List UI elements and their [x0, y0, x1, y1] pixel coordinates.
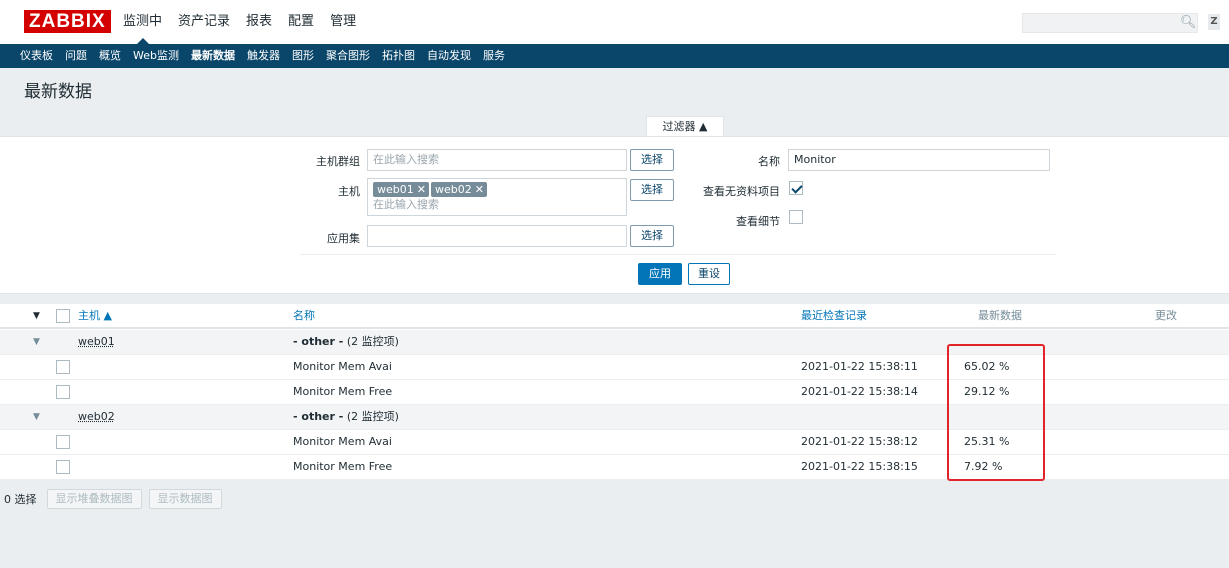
header-host[interactable]: 主机 ▲	[78, 304, 112, 328]
header-last-value: 最新数据	[978, 309, 1022, 322]
host-label: 主机	[338, 185, 360, 198]
sub-menu-overview[interactable]: 概览	[99, 44, 121, 68]
item-last-check: 2021-01-22 15:38:15	[801, 460, 918, 473]
selected-count: 0 选择	[4, 493, 37, 506]
main-menu: 监测中 资产记录 报表 配置 管理	[115, 0, 364, 44]
graph-button[interactable]: 显示数据图	[148, 489, 222, 509]
name-label: 名称	[758, 155, 780, 168]
header-name[interactable]: 名称	[293, 304, 315, 328]
reset-button[interactable]: 重设	[688, 263, 730, 285]
application-input[interactable]	[367, 225, 627, 247]
host-link[interactable]: web02	[78, 405, 115, 429]
application-group: - other - (2 监控项)	[293, 330, 399, 354]
item-name: Monitor Mem Free	[293, 385, 393, 398]
main-menu-administration[interactable]: 管理	[322, 0, 364, 44]
show-no-data-checkbox[interactable]	[789, 181, 803, 195]
sub-menu: 仪表板 问题 概览 Web监测 最新数据 触发器 图形 聚合图形 拓扑图 自动发…	[0, 44, 1229, 68]
header-last-check[interactable]: 最近检查记录	[801, 304, 867, 328]
apply-button[interactable]: 应用	[638, 263, 682, 285]
zabbix-logo[interactable]: ZABBIX	[24, 10, 111, 33]
application-select-button[interactable]: 选择	[630, 225, 674, 247]
host-multiselect[interactable]: web01 ✕ web02 ✕ 在此输入搜索	[367, 178, 627, 216]
filter-divider	[300, 254, 1056, 255]
item-last-check: 2021-01-22 15:38:14	[801, 385, 918, 398]
show-details-label: 查看细节	[736, 215, 780, 228]
show-no-data-label: 查看无资料项目	[703, 185, 780, 198]
sub-menu-maps[interactable]: 拓扑图	[382, 44, 415, 68]
item-name: Monitor Mem Avai	[293, 360, 392, 373]
row-checkbox[interactable]	[56, 385, 70, 399]
main-menu-configuration[interactable]: 配置	[280, 0, 322, 44]
header-change: 更改	[1155, 309, 1177, 322]
item-last-check: 2021-01-22 15:38:11	[801, 360, 918, 373]
host-tag[interactable]: web02 ✕	[430, 182, 487, 197]
sub-menu-screens[interactable]: 聚合图形	[326, 44, 370, 68]
remove-tag-icon[interactable]: ✕	[475, 183, 484, 196]
remove-tag-icon[interactable]: ✕	[417, 183, 426, 196]
main-menu-monitoring[interactable]: 监测中	[115, 0, 170, 44]
red-annotation-box	[947, 344, 1045, 481]
row-checkbox[interactable]	[56, 435, 70, 449]
select-all-checkbox[interactable]	[56, 309, 70, 323]
group-title: - other -	[293, 410, 344, 423]
sub-menu-services[interactable]: 服务	[483, 44, 505, 68]
collapse-group-icon[interactable]: ▼	[33, 405, 40, 429]
sub-menu-triggers[interactable]: 触发器	[247, 44, 280, 68]
host-group-select-button[interactable]: 选择	[630, 149, 674, 171]
filter-panel: 主机群组 在此输入搜索 选择 主机 web01 ✕ web02 ✕ 在此输入搜索 选择…	[0, 136, 1229, 294]
table-footer: 0 选择 显示堆叠数据图 显示数据图	[0, 488, 229, 510]
sub-menu-problems[interactable]: 问题	[65, 44, 87, 68]
sub-menu-web[interactable]: Web监测	[133, 44, 179, 68]
search-icon[interactable]: 🔍︎	[1180, 15, 1197, 30]
name-input[interactable]: Monitor	[788, 149, 1050, 171]
page-title: 最新数据	[24, 82, 92, 102]
host-placeholder: 在此输入搜索	[373, 198, 439, 211]
table-header-row: ▼ 主机 ▲ 名称 最近检查记录 最新数据 更改	[0, 304, 1229, 329]
row-checkbox[interactable]	[56, 360, 70, 374]
group-count: (2 监控项)	[346, 410, 399, 423]
show-details-checkbox[interactable]	[789, 210, 803, 224]
sub-menu-latest-data[interactable]: 最新数据	[191, 44, 235, 68]
host-group-input[interactable]: 在此输入搜索	[367, 149, 627, 171]
collapse-group-icon[interactable]: ▼	[33, 330, 40, 354]
host-group-placeholder: 在此输入搜索	[373, 153, 439, 166]
item-last-check: 2021-01-22 15:38:12	[801, 435, 918, 448]
sub-menu-graphs[interactable]: 图形	[292, 44, 314, 68]
group-title: - other -	[293, 335, 344, 348]
host-tag-label: web02	[434, 183, 472, 196]
sub-menu-discovery[interactable]: 自动发现	[427, 44, 471, 68]
edge-z-icon[interactable]: Z	[1208, 14, 1220, 30]
filter-toggle-tab[interactable]: 过滤器 ▲	[646, 116, 724, 136]
main-menu-inventory[interactable]: 资产记录	[170, 0, 238, 44]
host-tag-label: web01	[377, 183, 414, 196]
host-group-label: 主机群组	[316, 155, 360, 168]
sub-menu-dashboard[interactable]: 仪表板	[20, 44, 53, 68]
stacked-graph-button[interactable]: 显示堆叠数据图	[46, 489, 142, 509]
group-count: (2 监控项)	[346, 335, 399, 348]
top-bar: ZABBIX 监测中 资产记录 报表 配置 管理 🔍︎ Z	[0, 0, 1229, 44]
collapse-all-icon[interactable]: ▼	[33, 304, 40, 328]
host-tag[interactable]: web01 ✕	[373, 182, 429, 197]
main-menu-reports[interactable]: 报表	[238, 0, 280, 44]
search-input[interactable]	[1022, 13, 1198, 33]
host-link[interactable]: web01	[78, 330, 115, 354]
application-group: - other - (2 监控项)	[293, 405, 399, 429]
item-name: Monitor Mem Free	[293, 460, 393, 473]
host-select-button[interactable]: 选择	[630, 179, 674, 201]
item-name: Monitor Mem Avai	[293, 435, 392, 448]
application-label: 应用集	[327, 232, 360, 245]
row-checkbox[interactable]	[56, 460, 70, 474]
